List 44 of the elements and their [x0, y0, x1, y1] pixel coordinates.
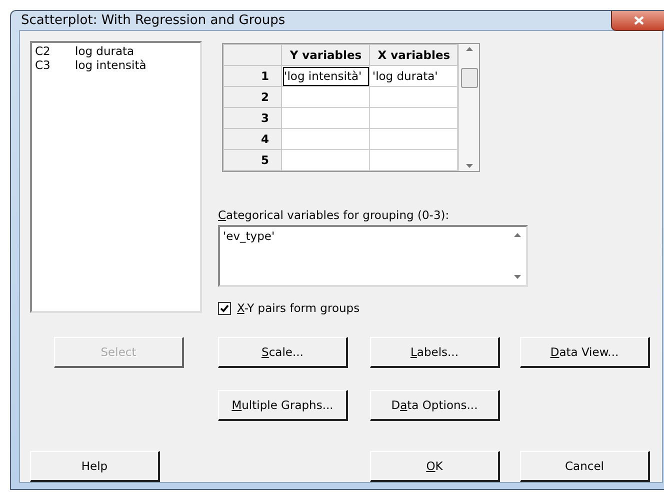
table-cell[interactable]: 'log intensità': [282, 66, 370, 86]
variable-name[interactable]: log intensità: [75, 58, 146, 72]
grouping-field[interactable]: 'ev_type': [218, 225, 528, 287]
table-cell[interactable]: [370, 108, 458, 128]
row-number: 2: [224, 86, 282, 108]
scroll-up-icon[interactable]: [514, 233, 520, 237]
table-cell[interactable]: [282, 128, 370, 150]
dialog-button[interactable]: Help: [30, 451, 160, 482]
scroll-down-icon[interactable]: [514, 275, 520, 279]
column-id[interactable]: C3: [35, 58, 75, 72]
variable-name[interactable]: log durata: [75, 44, 134, 58]
close-icon: [634, 16, 644, 25]
dialog-button[interactable]: Data View...: [520, 337, 650, 368]
row-number: 1: [224, 66, 282, 86]
row-number: 3: [224, 108, 282, 128]
column-header: X variables: [370, 44, 458, 66]
checkbox[interactable]: [218, 302, 231, 314]
dialog-button[interactable]: OK: [370, 451, 500, 482]
scroll-down-icon[interactable]: [466, 164, 473, 168]
table-cell[interactable]: [370, 86, 458, 108]
row-number: 5: [224, 150, 282, 170]
table-cell[interactable]: 'log durata': [370, 66, 458, 86]
variable-list[interactable]: C2 log durata C3 log intensità: [30, 41, 202, 313]
close-button[interactable]: [611, 11, 664, 31]
dialog-button[interactable]: Multiple Graphs...: [218, 390, 348, 421]
table-cell[interactable]: [370, 150, 458, 170]
table-cell[interactable]: [282, 86, 370, 108]
table-cell[interactable]: [282, 150, 370, 170]
scroll-thumb[interactable]: [460, 68, 478, 88]
scrollbar[interactable]: [458, 44, 479, 171]
dialog-button[interactable]: Data Options...: [370, 390, 500, 421]
dialog-button[interactable]: Cancel: [520, 451, 650, 482]
dialog-button[interactable]: Scale...: [218, 337, 348, 368]
checkbox-label[interactable]: X-Y pairs form groups: [237, 301, 360, 315]
table-cell[interactable]: [370, 128, 458, 150]
grouping-label: Categorical variables for grouping (0-3):: [218, 208, 450, 222]
table-cell[interactable]: [282, 108, 370, 128]
column-header: Y variables: [282, 44, 370, 66]
row-number: 4: [224, 128, 282, 150]
column-id[interactable]: C2: [35, 44, 75, 58]
window-title: Scatterplot: With Regression and Groups: [20, 13, 286, 28]
scroll-up-icon[interactable]: [466, 47, 473, 51]
corner-cell: [224, 44, 282, 66]
dialog-button[interactable]: Labels...: [370, 337, 500, 368]
